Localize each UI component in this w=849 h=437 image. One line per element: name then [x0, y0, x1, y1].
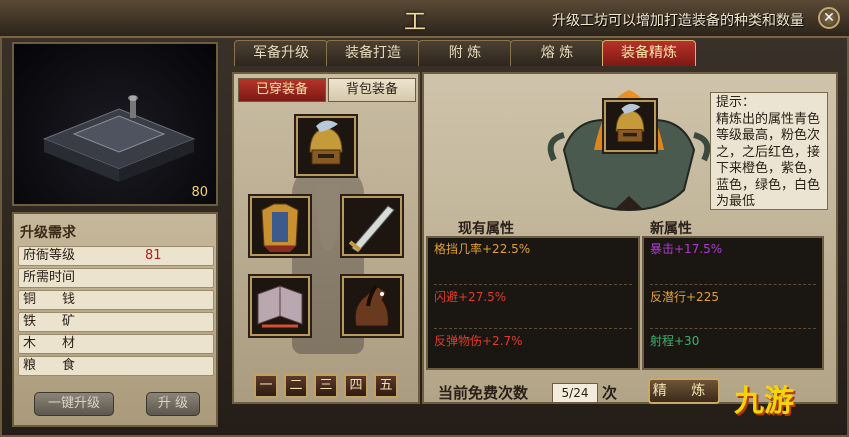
req-row-grain: 粮 食: [18, 356, 214, 376]
new-attr-3: 射程+30: [650, 334, 700, 348]
req-row-copper: 铜 钱: [18, 290, 214, 310]
req-label: 粮 食: [23, 358, 76, 373]
req-label: 铜 钱: [23, 292, 76, 307]
req-row-wood: 木 材: [18, 334, 214, 354]
tab-enchant[interactable]: 附 炼: [418, 40, 512, 66]
refine-panel: 提示： 精炼出的属性青色等级最高，粉色次之，之后红色，接下来橙色，紫色，蓝色，绿…: [422, 72, 838, 404]
free-refine-label: 当前免费次数: [438, 384, 529, 402]
current-attributes-box: 格挡几率+22.5% 闪避+27.5% 反弹物伤+2.7%: [426, 236, 640, 370]
current-attr-2: 闪避+27.5%: [434, 290, 507, 304]
tab-bag-equipment[interactable]: 背包装备: [328, 78, 416, 102]
armor-icon: [261, 203, 299, 252]
workshop-building-image: [42, 95, 196, 182]
equipment-panel: 已穿装备 背包装备 一 二 三 四 五: [232, 72, 420, 404]
tab-worn-equipment[interactable]: 已穿装备: [238, 78, 326, 102]
top-hint: 升级工坊可以增加打造装备的种类和数量: [552, 13, 804, 29]
new-attributes-box: 暴击+17.5% 反潜行+225 射程+30: [642, 236, 824, 370]
book-icon: [257, 285, 303, 328]
site-watermark-logo: 九游: [734, 384, 794, 419]
req-label: 铁 矿: [23, 314, 76, 329]
mount-slot[interactable]: [340, 274, 404, 338]
tab-equipment-refine[interactable]: 装备精炼: [602, 40, 696, 66]
req-label: 木 材: [23, 336, 76, 351]
page-4-button[interactable]: 四: [344, 374, 368, 398]
req-row-iron: 铁 矿: [18, 312, 214, 332]
current-attr-1: 格挡几率+22.5%: [434, 242, 531, 256]
new-attr-2: 反潜行+225: [650, 290, 719, 304]
tab-equipment-forge[interactable]: 装备打造: [326, 40, 420, 66]
armor-slot[interactable]: [248, 194, 312, 258]
refine-target-slot[interactable]: [602, 98, 658, 154]
book-slot[interactable]: [248, 274, 312, 338]
page-5-button[interactable]: 五: [374, 374, 398, 398]
building-preview: 80: [12, 42, 218, 206]
tab-smelt[interactable]: 熔 炼: [510, 40, 604, 66]
attr-divider: [650, 328, 816, 329]
helmet-slot[interactable]: [294, 114, 358, 178]
helmet-icon: [615, 103, 645, 143]
new-attr-1: 暴击+17.5%: [650, 242, 723, 256]
upgrade-button[interactable]: 升 级: [146, 392, 200, 416]
upgrade-requirements-panel: 升级需求 府衙等级 81 所需时间 铜 钱 铁 矿 木 材 粮 食 一键升级 升…: [12, 212, 218, 427]
quick-upgrade-button[interactable]: 一键升级: [34, 392, 114, 416]
close-button[interactable]: ✕: [818, 7, 840, 29]
helmet-icon: [309, 120, 343, 165]
page-1-button[interactable]: 一: [254, 374, 278, 398]
attr-divider: [434, 328, 632, 329]
req-label: 府衙等级: [23, 248, 76, 263]
current-attr-3: 反弹物伤+2.7%: [434, 334, 523, 348]
refine-tip: 提示： 精炼出的属性青色等级最高，粉色次之，之后红色，接下来橙色，紫色，蓝色，绿…: [710, 92, 828, 210]
close-icon: ✕: [823, 10, 835, 26]
new-attributes-title: 新属性: [650, 221, 692, 237]
req-label: 所需时间: [23, 270, 76, 285]
req-value: 81: [145, 248, 162, 263]
building-level: 80: [191, 185, 208, 200]
current-attributes-title: 现有属性: [458, 221, 514, 237]
title-bar: 工 坊 升级工坊可以增加打造装备的种类和数量 ✕: [0, 0, 849, 67]
free-refine-unit: 次: [602, 384, 618, 402]
refine-button[interactable]: 精 炼: [648, 378, 720, 404]
weapon-slot[interactable]: [340, 194, 404, 258]
req-row-government-level: 府衙等级 81: [18, 246, 214, 266]
attr-divider: [650, 284, 816, 285]
horse-icon: [354, 284, 389, 327]
free-refine-count: 5/24: [552, 383, 598, 403]
tab-armament-upgrade[interactable]: 军备升级: [234, 40, 328, 66]
requirements-title: 升级需求: [20, 225, 76, 241]
req-row-time: 所需时间: [18, 268, 214, 288]
sword-icon: [348, 205, 395, 253]
page-3-button[interactable]: 三: [314, 374, 338, 398]
attr-divider: [434, 284, 632, 285]
page-2-button[interactable]: 二: [284, 374, 308, 398]
